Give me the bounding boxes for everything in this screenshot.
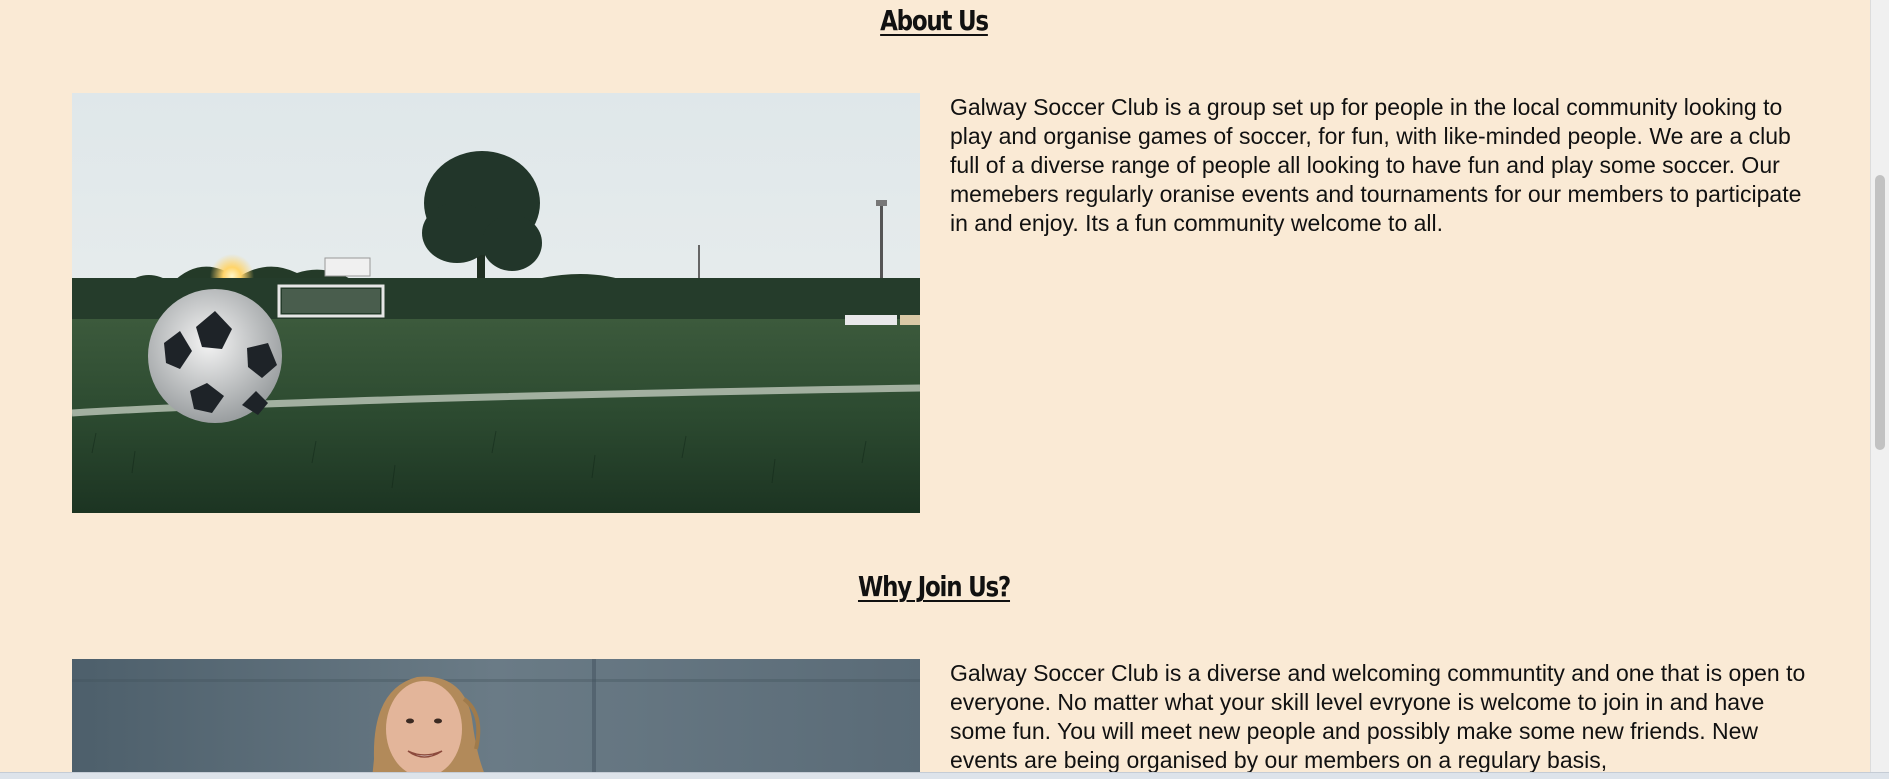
window-bottom-edge — [0, 772, 1889, 779]
scrollbar-thumb[interactable] — [1875, 175, 1885, 450]
why-join-us-paragraph: Galway Soccer Club is a diverse and welc… — [950, 660, 1806, 773]
page: About Us Galway Soccer Club is a group s… — [0, 0, 1889, 779]
about-us-heading: About Us — [880, 4, 989, 37]
about-us-paragraph: Galway Soccer Club is a group set up for… — [950, 94, 1802, 236]
soccer-field-photo — [72, 93, 920, 513]
player-photo — [72, 659, 920, 779]
why-join-us-heading: Why Join Us? — [857, 570, 1011, 603]
vertical-scrollbar[interactable] — [1870, 0, 1889, 779]
